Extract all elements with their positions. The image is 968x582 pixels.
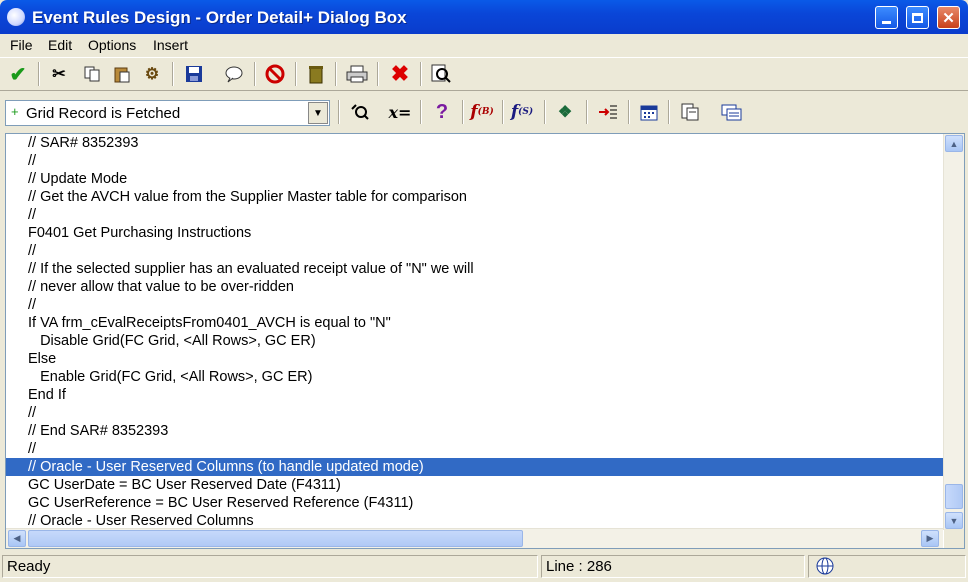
status-text: Ready: [2, 555, 538, 578]
menu-options[interactable]: Options: [88, 37, 136, 53]
code-line[interactable]: //: [6, 152, 943, 170]
vertical-scrollbar[interactable]: ▲ ▼: [943, 134, 964, 530]
app-globe-icon: [7, 8, 25, 26]
menu-bar: File Edit Options Insert: [0, 34, 968, 56]
menu-edit[interactable]: Edit: [48, 37, 72, 53]
code-line[interactable]: // If the selected supplier has an evalu…: [6, 260, 943, 278]
cancel-circle-icon[interactable]: [263, 62, 287, 86]
event-toolbar: + Grid Record is Fetched ▼ x= ? f (B) f (S…: [0, 95, 968, 131]
minimize-button[interactable]: [875, 6, 898, 29]
close-button[interactable]: ✕: [937, 6, 960, 29]
help-question-icon[interactable]: ?: [430, 100, 454, 124]
status-extra-panel: [808, 555, 966, 578]
event-select-value: Grid Record is Fetched: [26, 105, 181, 122]
system-function-icon[interactable]: f (S): [510, 100, 534, 124]
status-bar: Ready Line : 286: [0, 553, 968, 581]
business-function-icon[interactable]: f (B): [470, 100, 494, 124]
code-line[interactable]: F0401 Get Purchasing Instructions: [6, 224, 943, 242]
paste-icon[interactable]: [110, 62, 134, 86]
scroll-left-button[interactable]: ◀: [8, 530, 26, 547]
code-line[interactable]: End If: [6, 386, 943, 404]
main-toolbar: ✔ ✂ ⚙ ✖: [0, 57, 968, 91]
cut-icon[interactable]: ✂: [47, 62, 71, 86]
report-interconnect-icon[interactable]: [720, 100, 744, 124]
comment-icon[interactable]: [222, 62, 246, 86]
code-line[interactable]: // Update Mode: [6, 170, 943, 188]
status-line-number: Line : 286: [541, 555, 805, 578]
code-line[interactable]: //: [6, 404, 943, 422]
insert-line-icon[interactable]: [596, 100, 620, 124]
scroll-up-button[interactable]: ▲: [945, 135, 963, 152]
search-find-icon[interactable]: [348, 100, 372, 124]
event-rules-editor[interactable]: // SAR# 8352393//// Update Mode// Get th…: [5, 133, 965, 549]
calendar-icon[interactable]: [637, 100, 661, 124]
code-lines[interactable]: // SAR# 8352393//// Update Mode// Get th…: [6, 134, 943, 530]
code-line[interactable]: // Get the AVCH value from the Supplier …: [6, 188, 943, 206]
title-bar[interactable]: Event Rules Design - Order Detail+ Dialo…: [0, 0, 968, 34]
code-line[interactable]: // End SAR# 8352393: [6, 422, 943, 440]
find-replace-icon[interactable]: ⚙: [140, 62, 164, 86]
code-line[interactable]: GC UserDate = BC User Reserved Date (F43…: [6, 476, 943, 494]
code-line[interactable]: //: [6, 296, 943, 314]
table-io-icon[interactable]: ❖: [553, 100, 577, 124]
delete-trash-icon[interactable]: [304, 62, 328, 86]
window-title: Event Rules Design - Order Detail+ Dialo…: [32, 8, 407, 27]
code-line[interactable]: //: [6, 206, 943, 224]
scroll-down-button[interactable]: ▼: [945, 512, 963, 529]
search-icon[interactable]: [429, 62, 453, 86]
code-line[interactable]: Else: [6, 350, 943, 368]
globe-icon: [816, 557, 834, 575]
dialog-window: Event Rules Design - Order Detail+ Dialo…: [0, 0, 968, 581]
chevron-down-icon[interactable]: ▼: [308, 102, 328, 124]
horizontal-scroll-thumb[interactable]: [28, 530, 523, 547]
close-x-icon[interactable]: ✖: [388, 61, 412, 86]
code-line[interactable]: GC UserReference = BC User Reserved Refe…: [6, 494, 943, 512]
vertical-scroll-thumb[interactable]: [945, 484, 963, 509]
code-line[interactable]: Enable Grid(FC Grid, <All Rows>, GC ER): [6, 368, 943, 386]
form-interconnect-icon[interactable]: [678, 100, 702, 124]
scroll-corner: [944, 529, 964, 548]
assignment-icon[interactable]: x=: [388, 100, 412, 124]
code-line[interactable]: // Oracle - User Reserved Columns (to ha…: [6, 458, 943, 476]
code-line[interactable]: //: [6, 440, 943, 458]
menu-file[interactable]: File: [10, 37, 33, 53]
code-line[interactable]: // never allow that value to be over-rid…: [6, 278, 943, 296]
ok-check-icon[interactable]: ✔: [6, 62, 30, 86]
menu-insert[interactable]: Insert: [153, 37, 188, 53]
save-icon[interactable]: [182, 62, 206, 86]
code-line[interactable]: If VA frm_cEvalReceiptsFrom0401_AVCH is …: [6, 314, 943, 332]
event-select[interactable]: + Grid Record is Fetched ▼: [5, 100, 330, 126]
event-plus-icon: +: [11, 104, 19, 119]
copy-icon[interactable]: [80, 62, 104, 86]
code-line[interactable]: // SAR# 8352393: [6, 134, 943, 152]
horizontal-scrollbar[interactable]: ◀ ▶: [6, 528, 943, 548]
print-icon[interactable]: [345, 62, 369, 86]
maximize-button[interactable]: [906, 6, 929, 29]
code-line[interactable]: Disable Grid(FC Grid, <All Rows>, GC ER): [6, 332, 943, 350]
code-line[interactable]: //: [6, 242, 943, 260]
scroll-right-button[interactable]: ▶: [921, 530, 939, 547]
